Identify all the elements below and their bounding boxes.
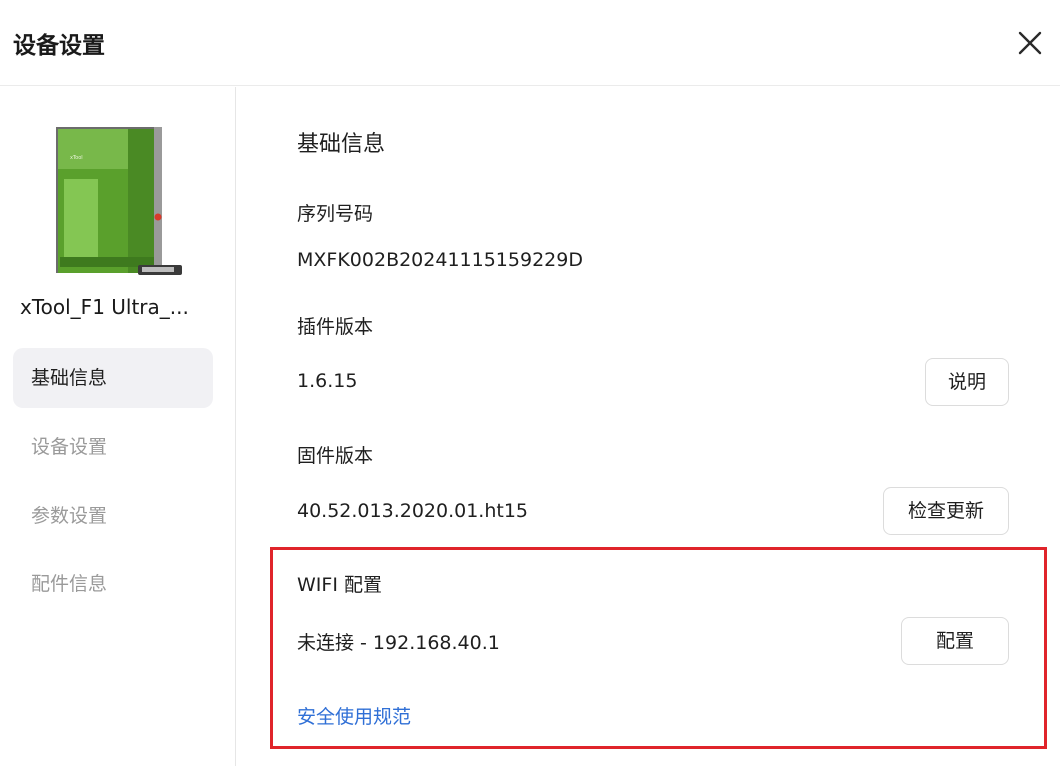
plugin-version-value: 1.6.15 [297, 370, 358, 392]
serial-label: 序列号码 [297, 203, 374, 225]
safety-guidelines-link[interactable]: 安全使用规范 [297, 702, 411, 729]
device-image: xTool [56, 127, 182, 275]
plugin-info-button[interactable]: 说明 [925, 358, 1009, 406]
sidebar-item-device-settings[interactable]: 设备设置 [13, 417, 213, 477]
wifi-configure-button[interactable]: 配置 [901, 617, 1009, 665]
sidebar-item-basic-info[interactable]: 基础信息 [13, 348, 213, 408]
firmware-version-label: 固件版本 [297, 445, 374, 467]
sidebar: xTool xTool_F1 Ultra_... 基础信息 设备设置 参数设置 … [0, 87, 236, 766]
wifi-config-label: WIFI 配置 [297, 574, 382, 596]
main-content: 基础信息 序列号码 MXFK002B20241115159229D 插件版本 1… [237, 87, 1060, 766]
check-update-button[interactable]: 检查更新 [883, 487, 1009, 535]
close-icon[interactable] [1013, 26, 1047, 60]
wifi-status-value: 未连接 - 192.168.40.1 [297, 632, 500, 654]
device-name: xTool_F1 Ultra_... [20, 295, 189, 319]
sidebar-item-parameter-settings[interactable]: 参数设置 [13, 486, 213, 546]
dialog-title: 设备设置 [13, 33, 105, 59]
plugin-version-label: 插件版本 [297, 316, 374, 338]
sidebar-item-accessory-info[interactable]: 配件信息 [13, 554, 213, 614]
serial-value: MXFK002B20241115159229D [297, 249, 583, 271]
section-title: 基础信息 [297, 132, 386, 157]
firmware-version-value: 40.52.013.2020.01.ht15 [297, 500, 529, 522]
svg-text:xTool: xTool [70, 155, 83, 161]
dialog-header: 设备设置 [0, 0, 1060, 86]
